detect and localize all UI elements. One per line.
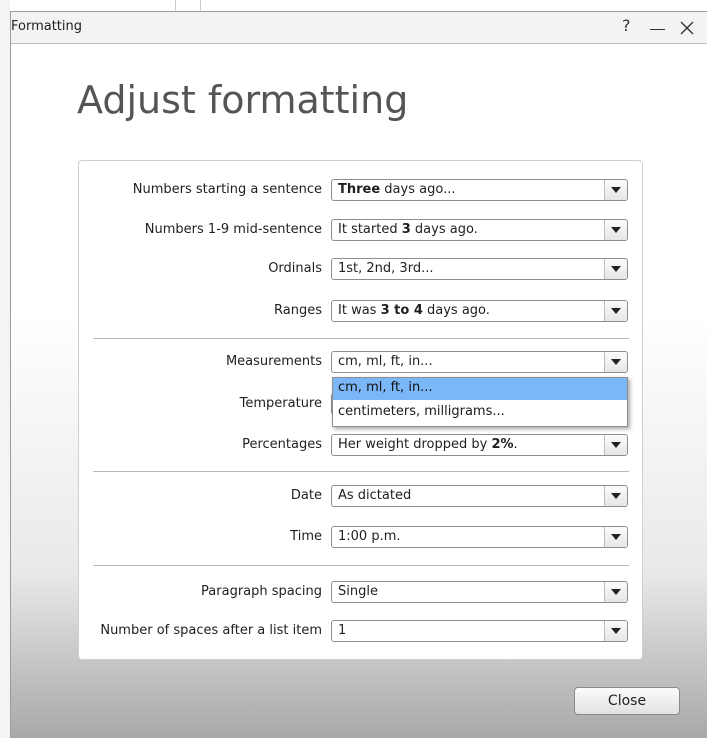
- measurements-select[interactable]: cm, ml, ft, in...: [331, 351, 628, 373]
- divider: [93, 565, 629, 566]
- chevron-down-icon[interactable]: [604, 180, 627, 200]
- background-ruler-mark: [175, 0, 201, 11]
- select-value-part: It was: [338, 303, 381, 318]
- paragraph-spacing-select[interactable]: Single: [331, 581, 628, 603]
- row-ordinals: Ordinals 1st, 2nd, 3rd...: [79, 258, 644, 282]
- select-value-part: 3: [401, 222, 411, 237]
- chevron-down-icon[interactable]: [604, 301, 627, 321]
- select-value-part: 1:00 p.m.: [338, 529, 401, 544]
- select-value-part: 1st, 2nd, 3rd...: [338, 261, 434, 276]
- time-select[interactable]: 1:00 p.m.: [331, 526, 628, 548]
- chevron-down-icon[interactable]: [604, 621, 627, 641]
- select-value: Her weight dropped by 2%.: [338, 437, 518, 452]
- ranges-select[interactable]: It was 3 to 4 days ago.: [331, 300, 628, 322]
- row-label: Ordinals: [268, 261, 322, 276]
- select-value: 1st, 2nd, 3rd...: [338, 261, 433, 276]
- row-label: Number of spaces after a list item: [100, 623, 322, 638]
- chevron-down-icon[interactable]: [604, 352, 627, 372]
- select-value: It was 3 to 4 days ago.: [338, 303, 490, 318]
- background-window-edge: [0, 0, 10, 738]
- select-value-part: Single: [338, 584, 378, 599]
- select-value-part: Her weight dropped by: [338, 437, 492, 452]
- select-value-part: .: [513, 437, 518, 452]
- dropdown-option[interactable]: centimeters, milligrams...: [333, 402, 627, 424]
- row-label: Numbers 1-9 mid-sentence: [144, 222, 322, 237]
- ordinals-select[interactable]: 1st, 2nd, 3rd...: [331, 258, 628, 280]
- row-measurements: Measurements cm, ml, ft, in...: [79, 351, 644, 375]
- percentages-select[interactable]: Her weight dropped by 2%.: [331, 434, 628, 456]
- select-value: It started 3 days ago.: [338, 222, 478, 237]
- dropdown-option[interactable]: cm, ml, ft, in...: [333, 378, 627, 400]
- select-value-part: As dictated: [338, 488, 412, 503]
- chevron-down-icon[interactable]: [604, 486, 627, 506]
- row-label: Ranges: [274, 303, 322, 318]
- select-value-part: cm, ml, ft, in...: [338, 354, 433, 369]
- row-spaces-after-list-item: Number of spaces after a list item 1: [79, 620, 644, 644]
- numbers-mid-sentence-select[interactable]: It started 3 days ago.: [331, 219, 628, 241]
- formatting-dialog: Formatting ? Adjust formatting Numbers s…: [10, 11, 707, 738]
- select-value: Single: [338, 584, 378, 599]
- row-ranges: Ranges It was 3 to 4 days ago.: [79, 300, 644, 324]
- row-numbers-mid-sentence: Numbers 1-9 mid-sentence It started 3 da…: [79, 219, 644, 243]
- measurements-dropdown-list: cm, ml, ft, in... centimeters, milligram…: [332, 377, 628, 427]
- row-label: Numbers starting a sentence: [132, 182, 322, 197]
- chevron-down-icon[interactable]: [604, 582, 627, 602]
- select-value-part: days ago.: [422, 303, 490, 318]
- close-button[interactable]: Close: [574, 687, 680, 715]
- spaces-after-list-item-select[interactable]: 1: [331, 620, 628, 642]
- close-icon[interactable]: [679, 20, 695, 36]
- help-button[interactable]: ?: [622, 16, 631, 36]
- row-label: Measurements: [225, 354, 322, 369]
- select-value-part: 3 to 4: [380, 303, 423, 318]
- numbers-starting-sentence-select[interactable]: Three days ago...: [331, 179, 628, 201]
- select-value-part: days ago.: [410, 222, 478, 237]
- select-value: 1:00 p.m.: [338, 529, 401, 544]
- select-value-part: 2%: [491, 437, 514, 452]
- row-label: Time: [290, 529, 322, 544]
- chevron-down-icon[interactable]: [604, 259, 627, 279]
- row-label: Paragraph spacing: [201, 584, 322, 599]
- select-value-part: days ago...: [380, 182, 456, 197]
- divider: [93, 338, 629, 339]
- settings-panel: Numbers starting a sentence Three days a…: [78, 160, 643, 660]
- title-bar: Formatting ?: [11, 12, 707, 44]
- select-value-part: Three: [338, 182, 381, 197]
- row-date: Date As dictated: [79, 485, 644, 509]
- chevron-down-icon[interactable]: [604, 435, 627, 455]
- select-value: cm, ml, ft, in...: [338, 354, 433, 369]
- select-value-part: 1: [338, 623, 347, 638]
- divider: [93, 471, 629, 472]
- select-value: As dictated: [338, 488, 411, 503]
- window-title: Formatting: [11, 19, 83, 34]
- select-value: 1: [338, 623, 346, 638]
- row-label: Date: [290, 488, 322, 503]
- row-time: Time 1:00 p.m.: [79, 526, 644, 550]
- chevron-down-icon[interactable]: [604, 527, 627, 547]
- select-value-part: It started: [338, 222, 402, 237]
- select-value: Three days ago...: [338, 182, 455, 197]
- page-title: Adjust formatting: [77, 78, 409, 122]
- row-percentages: Percentages Her weight dropped by 2%.: [79, 434, 644, 458]
- row-paragraph-spacing: Paragraph spacing Single: [79, 581, 644, 605]
- row-label: Percentages: [242, 437, 322, 452]
- row-label: Temperature: [239, 396, 322, 411]
- date-select[interactable]: As dictated: [331, 485, 628, 507]
- chevron-down-icon[interactable]: [604, 220, 627, 240]
- row-numbers-starting-sentence: Numbers starting a sentence Three days a…: [79, 179, 644, 203]
